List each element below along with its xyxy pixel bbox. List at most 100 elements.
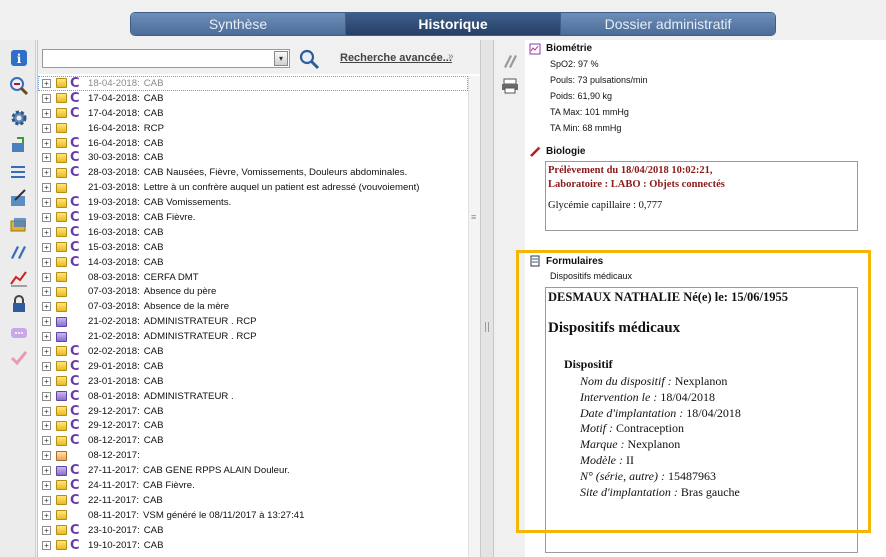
expand-icon[interactable]: + (42, 198, 51, 208)
expand-icon[interactable]: + (42, 317, 51, 327)
info-icon[interactable]: i (9, 48, 29, 68)
form-field-value: 15487963 (668, 468, 717, 483)
biometrie-title: Biométrie (546, 43, 593, 54)
history-row[interactable]: + C08-12-2017: (38, 448, 468, 463)
folder-icon (56, 108, 67, 119)
splitter-grip-icon[interactable] (485, 322, 489, 332)
edit-icon[interactable] (9, 188, 29, 208)
expand-icon[interactable]: + (42, 212, 51, 222)
printer-icon[interactable] (501, 77, 519, 95)
history-row[interactable]: + C 19-03-2018: CAB Vomissements. (38, 195, 468, 210)
sort-icon[interactable] (9, 162, 29, 182)
history-row[interactable]: + C 30-03-2018: CAB (38, 150, 468, 165)
search-icon[interactable] (298, 48, 320, 70)
expand-icon[interactable]: + (42, 540, 51, 550)
expand-icon[interactable]: + (42, 302, 51, 312)
history-row[interactable]: + C 02-02-2018: CAB (38, 344, 468, 359)
history-row[interactable]: + C21-02-2018:ADMINISTRATEUR . RCP (38, 314, 468, 329)
message-icon[interactable] (9, 323, 29, 343)
expand-icon[interactable]: + (42, 153, 51, 163)
expand-icon[interactable]: + (42, 421, 51, 431)
expand-icon[interactable]: + (42, 272, 51, 282)
expand-icon[interactable]: + (42, 257, 51, 267)
lock-icon[interactable] (9, 294, 29, 314)
form-field-value: Contraception (616, 421, 684, 436)
expand-icon[interactable]: + (42, 510, 51, 520)
history-row[interactable]: + C08-11-2017:VSM généré le 08/11/2017 à … (38, 508, 468, 523)
expand-icon[interactable]: + (42, 123, 51, 133)
advanced-search-link[interactable]: Recherche avancée... (340, 52, 452, 64)
expand-icon[interactable]: + (42, 391, 51, 401)
expand-icon[interactable]: + (42, 93, 51, 103)
history-row[interactable]: + C 15-03-2018: CAB (38, 240, 468, 255)
history-row[interactable]: + C 24-11-2017: CAB Fièvre. (38, 478, 468, 493)
history-row-text: Lettre à un confrère auquel un patient e… (143, 182, 420, 194)
history-row[interactable]: + C 29-12-2017: CAB (38, 418, 468, 433)
tab-dossier-administratif[interactable]: Dossier administratif (561, 13, 775, 35)
history-row[interactable]: + C 08-12-2017: CAB (38, 433, 468, 448)
history-row[interactable]: + C21-02-2018:ADMINISTRATEUR . RCP (38, 329, 468, 344)
expand-icon[interactable]: + (42, 227, 51, 237)
history-row[interactable]: + C 29-01-2018: CAB (38, 359, 468, 374)
history-row[interactable]: + C07-03-2018:Absence du père (38, 284, 468, 299)
expand-icon[interactable]: + (42, 168, 51, 178)
expand-icon[interactable]: + (42, 480, 51, 490)
expand-icon[interactable]: + (42, 451, 51, 461)
search-input[interactable]: ▾ (42, 49, 290, 68)
expand-icon[interactable]: + (42, 406, 51, 416)
history-row[interactable]: + C 16-04-2018: CAB (38, 136, 468, 151)
history-row[interactable]: + C 14-03-2018: CAB (38, 255, 468, 270)
history-row[interactable]: + C 19-03-2018: CAB Fièvre. (38, 210, 468, 225)
card-icon[interactable] (9, 215, 29, 235)
gear-icon[interactable] (9, 108, 29, 128)
tab-historique[interactable]: Historique (346, 13, 561, 35)
expand-icon[interactable]: + (42, 242, 51, 252)
history-row-text: Absence de la mère (143, 301, 230, 313)
history-row[interactable]: + C08-03-2018:CERFA DMT (38, 270, 468, 285)
history-row[interactable]: + C 08-01-2018: ADMINISTRATEUR . (38, 389, 468, 404)
zoom-out-icon[interactable] (9, 76, 29, 96)
history-row-date: 19-03-2018: (88, 211, 140, 223)
history-row[interactable]: + C 17-04-2018: CAB (38, 91, 468, 106)
chevron-down-icon[interactable]: ▾ (274, 51, 288, 66)
history-row[interactable]: + C 19-10-2017: CAB (38, 538, 468, 553)
expand-icon[interactable]: + (42, 466, 51, 476)
check-icon[interactable] (9, 348, 29, 368)
history-row[interactable]: + C 23-10-2017: CAB (38, 523, 468, 538)
write-icon[interactable] (9, 242, 29, 262)
form-field-label: Date d'implantation : (580, 405, 684, 420)
transfer-icon[interactable] (9, 135, 29, 155)
expand-icon[interactable]: + (42, 376, 51, 386)
notes-icon[interactable] (501, 52, 519, 70)
history-row[interactable]: + C 27-11-2017: CAB GENE RPPS ALAIN Douleur… (38, 463, 468, 478)
expand-icon[interactable]: + (42, 332, 51, 342)
tab-synthese[interactable]: Synthèse (131, 13, 346, 35)
expand-icon[interactable]: + (42, 361, 51, 371)
folder-icon (56, 510, 67, 521)
history-row[interactable]: + C 16-03-2018: CAB (38, 225, 468, 240)
expand-icon[interactable]: + (42, 346, 51, 356)
history-row[interactable]: + C 29-12-2017: CAB (38, 404, 468, 419)
expand-icon[interactable]: + (42, 78, 51, 88)
history-row[interactable]: + C 17-04-2018: CAB (38, 106, 468, 121)
history-row[interactable]: + C07-03-2018:Absence de la mère (38, 299, 468, 314)
mail-icon (56, 450, 67, 461)
history-row[interactable]: + C 28-03-2018: CAB Nausées, Fièvre, Vomiss… (38, 165, 468, 180)
expand-icon[interactable]: + (42, 495, 51, 505)
expand-icon[interactable]: + (42, 436, 51, 446)
chart-icon[interactable] (9, 268, 29, 288)
double-chevron-icon[interactable]: » (448, 51, 454, 62)
history-row[interactable]: + C 22-11-2017: CAB (38, 493, 468, 508)
expand-icon[interactable]: + (42, 287, 51, 297)
history-row[interactable]: + C16-04-2018:RCP (38, 121, 468, 136)
expand-icon[interactable]: + (42, 525, 51, 535)
panel-splitter[interactable] (480, 40, 494, 557)
scroll-grip-icon[interactable]: ≡ (471, 213, 479, 222)
history-row[interactable]: + C 23-01-2018: CAB (38, 374, 468, 389)
history-row[interactable]: + C21-03-2018:Lettre à un confrère auquel… (38, 180, 468, 195)
history-row[interactable]: + C 18-04-2018: CAB (38, 76, 468, 91)
history-row-text: CAB (143, 107, 164, 119)
expand-icon[interactable]: + (42, 108, 51, 118)
expand-icon[interactable]: + (42, 138, 51, 148)
expand-icon[interactable]: + (42, 183, 51, 193)
